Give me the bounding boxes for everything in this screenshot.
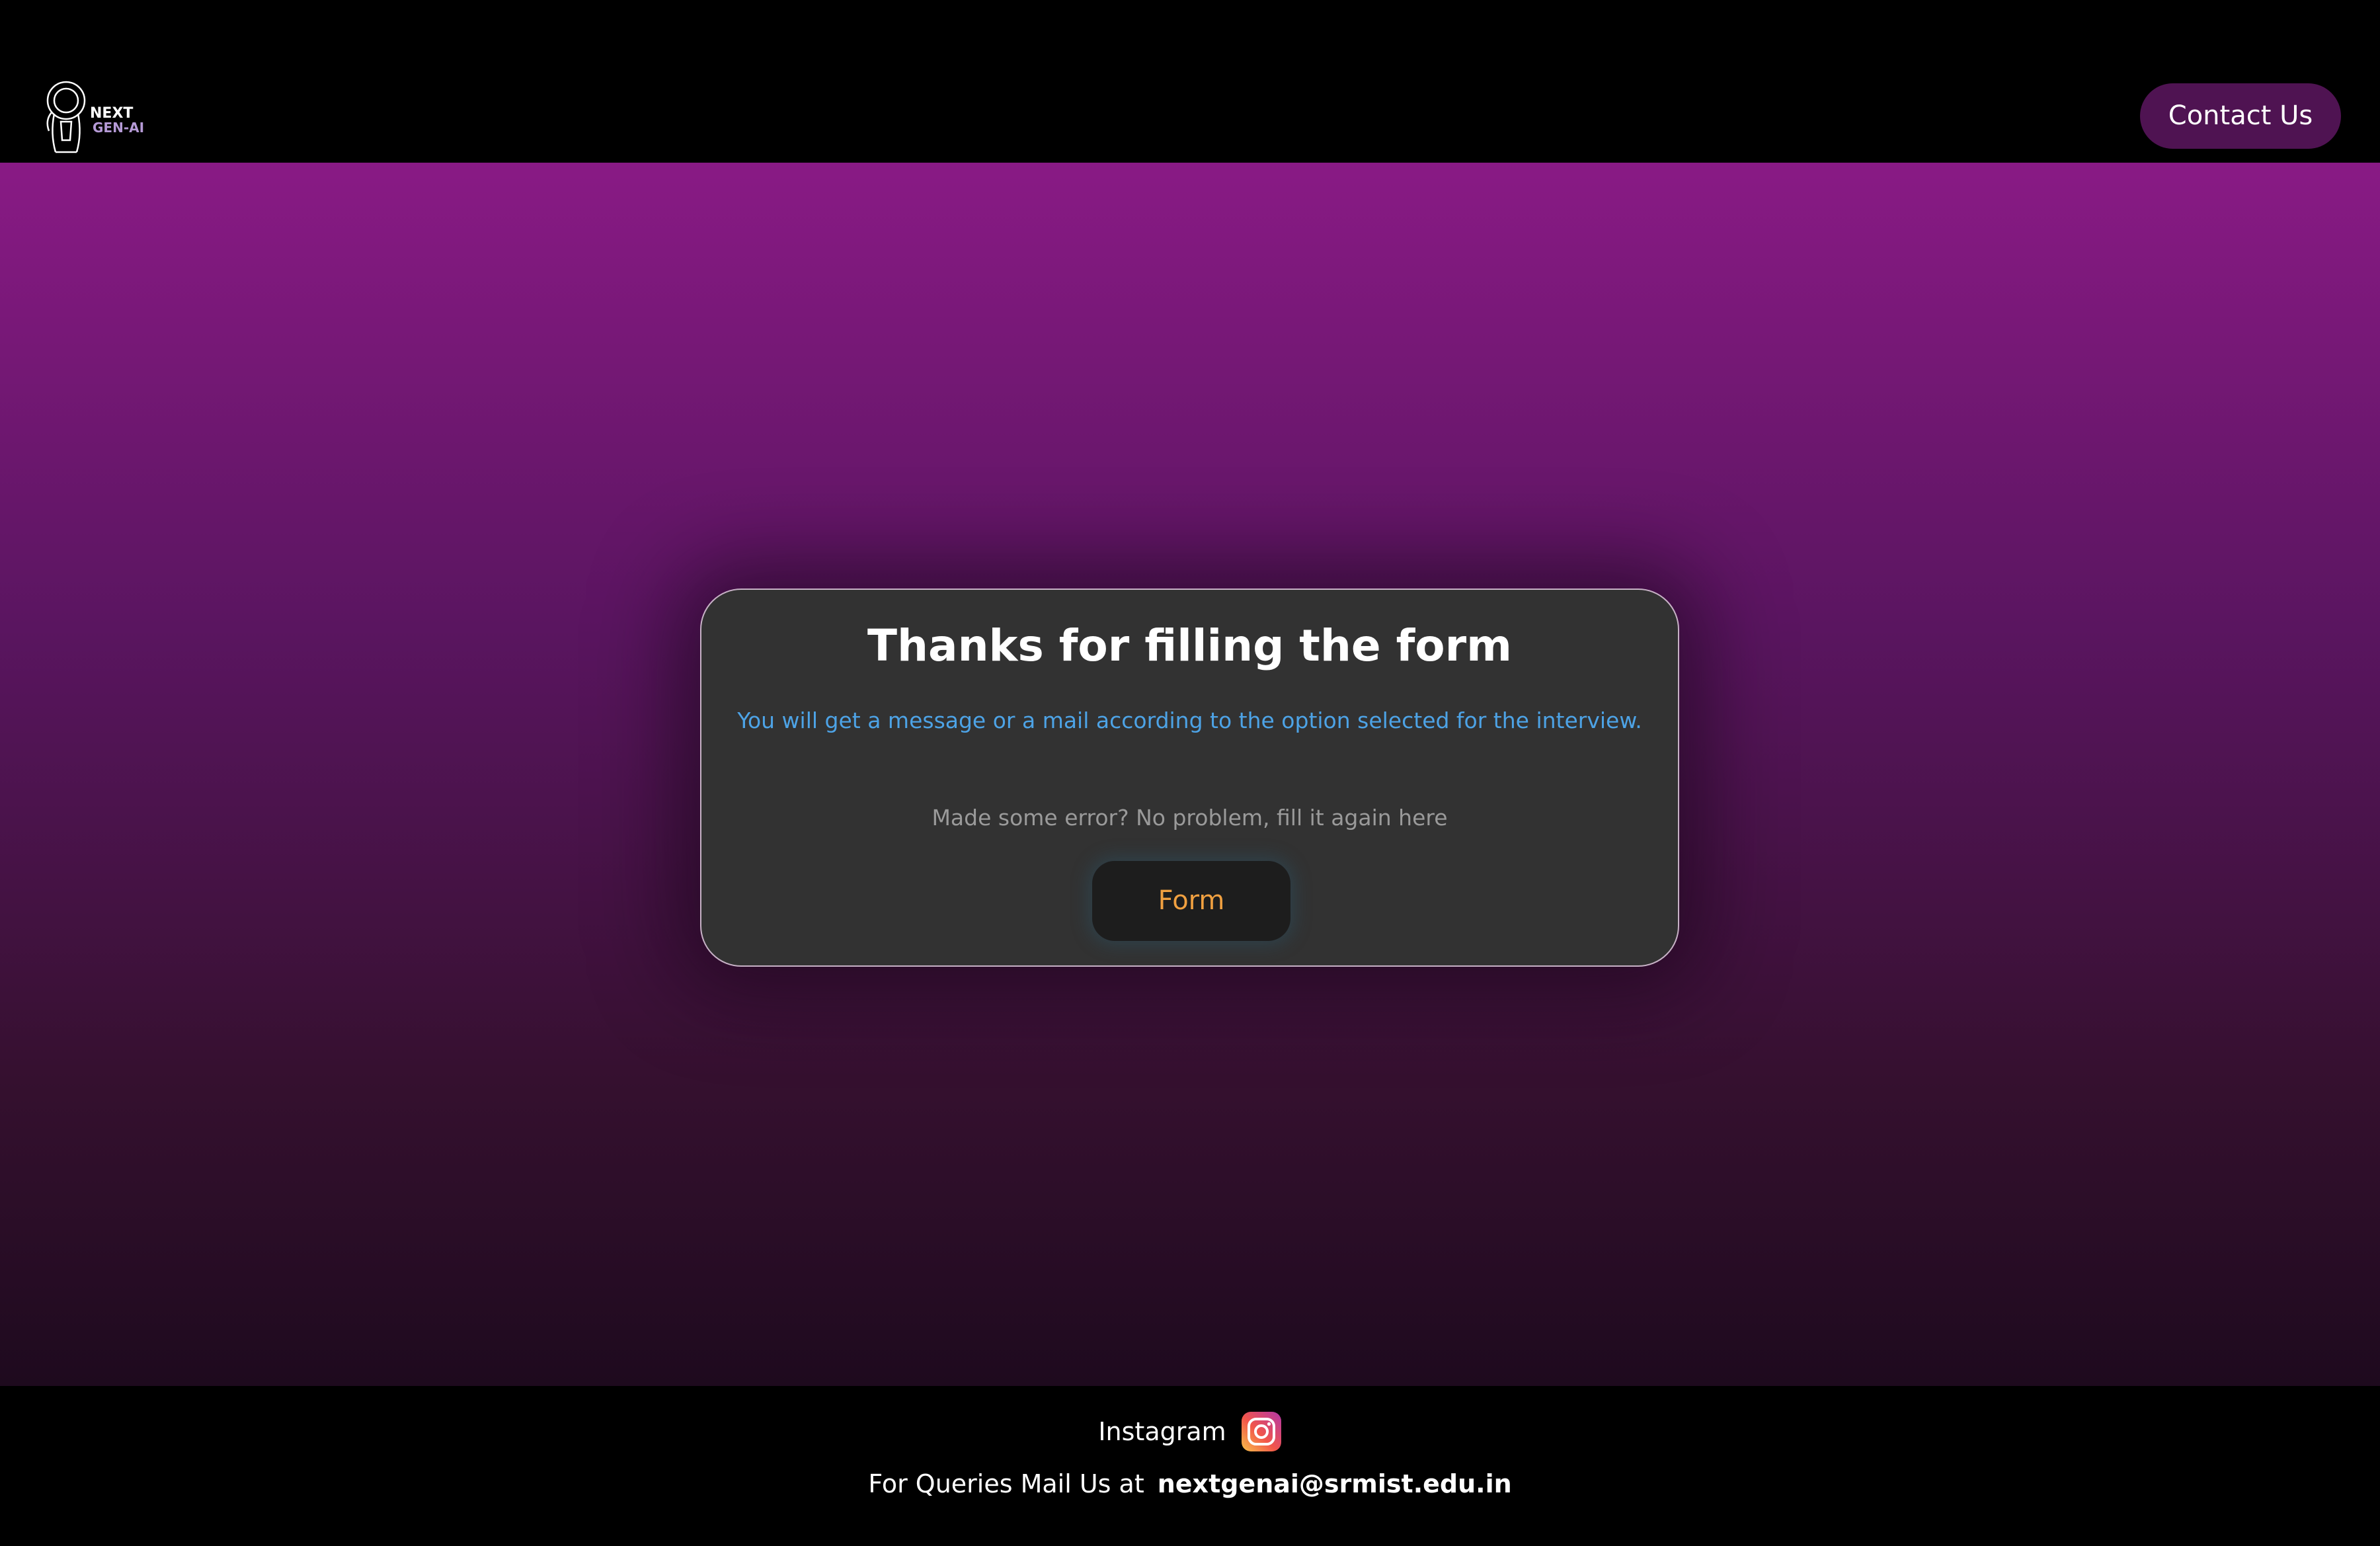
svg-text:GEN-AI: GEN-AI — [93, 120, 144, 136]
refill-hint: Made some error? No problem, fill it aga… — [932, 805, 1448, 831]
logo[interactable]: NEXT GEN-AI — [41, 74, 160, 156]
confirmation-message: You will get a message or a mail accordi… — [737, 708, 1642, 733]
instagram-row: Instagram — [0, 1410, 2380, 1453]
site-footer: Instagram For Queries Mail Us at nextgen… — [0, 1386, 2380, 1546]
confirmation-card: Thanks for filling the form You will get… — [700, 589, 1679, 967]
instagram-link[interactable]: Instagram — [1098, 1417, 1226, 1446]
mail-link[interactable]: nextgenai@srmist.edu.in — [1158, 1469, 1512, 1498]
mail-prefix: For Queries Mail Us at — [868, 1469, 1144, 1498]
instagram-icon[interactable] — [1241, 1411, 1282, 1452]
site-header: NEXT GEN-AI Contact Us — [0, 0, 2380, 163]
page-title: Thanks for filling the form — [867, 620, 1512, 671]
form-button[interactable]: Form — [1092, 861, 1290, 941]
mail-row: For Queries Mail Us at nextgenai@srmist.… — [0, 1464, 2380, 1504]
contact-us-button[interactable]: Contact Us — [2140, 83, 2341, 149]
